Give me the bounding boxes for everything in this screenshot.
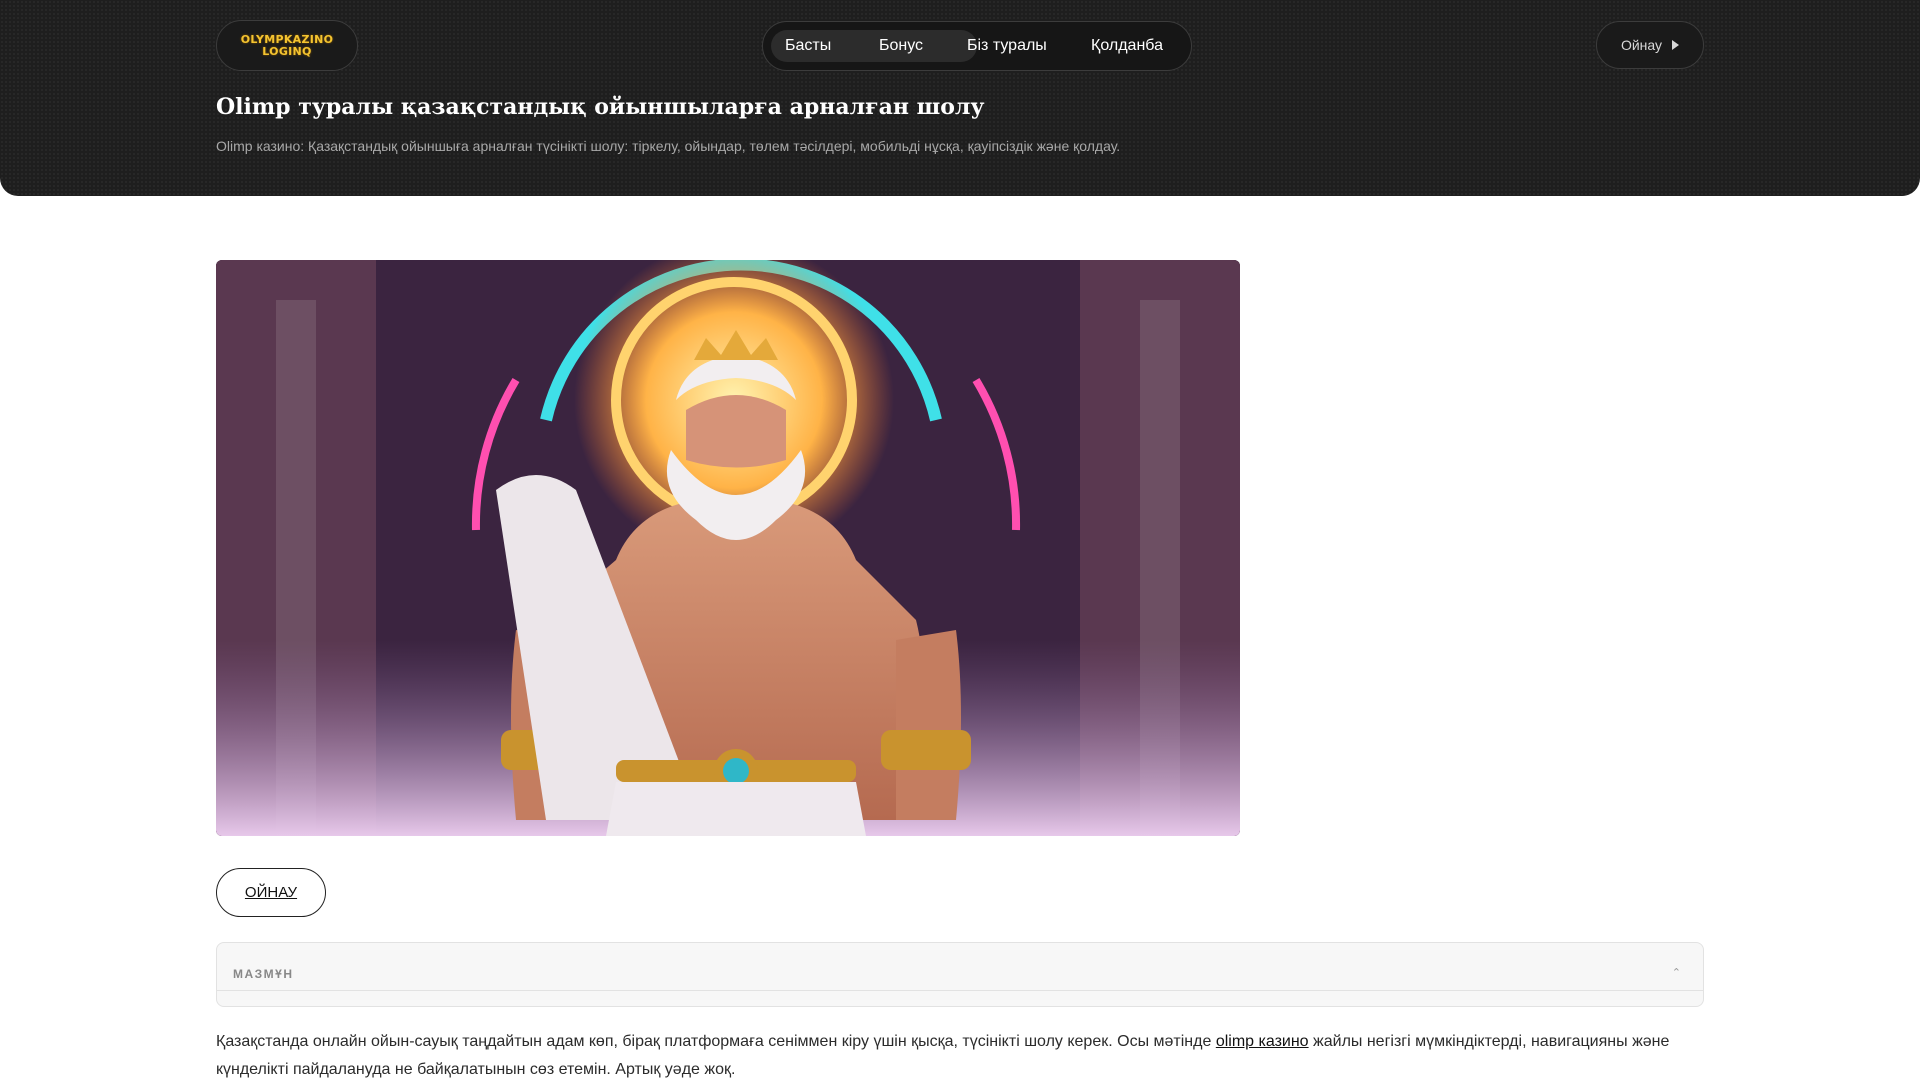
main-nav: Басты Бонус Біз туралы Қолданба <box>762 21 1192 71</box>
toc-divider <box>217 990 1703 991</box>
logo-text-top: OLYMPKAZINO <box>240 32 334 46</box>
site-logo[interactable]: OLYMPKAZINO LOGINQ <box>216 20 358 71</box>
olimp-casino-link[interactable]: olimp казино <box>1216 1033 1309 1050</box>
logo-text-bottom: LOGINQ <box>262 44 312 58</box>
intro-paragraph: Қазақстанда онлайн ойын-сауық таңдайтын … <box>216 1028 1704 1080</box>
page-title: Olimp туралы қазақстандық ойыншыларға ар… <box>216 94 985 120</box>
nav-item-home[interactable]: Басты <box>785 36 831 56</box>
nav-item-bonus[interactable]: Бонус <box>879 36 923 56</box>
header-play-label: Ойнау <box>1620 37 1663 53</box>
intro-text-start: Қазақстанда онлайн ойын-сауық таңдайтын … <box>216 1033 1216 1050</box>
toc-label: МАЗМҰН <box>233 967 294 981</box>
chevron-up-icon[interactable]: ⌃ <box>1672 966 1681 979</box>
play-icon <box>1672 40 1680 50</box>
hero-image-zeus <box>216 260 1240 836</box>
table-of-contents[interactable]: МАЗМҰН ⌃ <box>216 942 1704 1007</box>
header: OLYMPKAZINO LOGINQ Басты Бонус Біз турал… <box>0 0 1920 196</box>
page-subtitle: Olimp казино: Қазақстандық ойыншыға арна… <box>216 138 1121 154</box>
play-button[interactable]: ОЙНАУ <box>216 868 326 917</box>
nav-item-app[interactable]: Қолданба <box>1091 36 1163 56</box>
header-play-button[interactable]: Ойнау <box>1596 21 1704 69</box>
zeus-illustration <box>216 260 1240 836</box>
nav-item-about[interactable]: Біз туралы <box>967 36 1047 56</box>
